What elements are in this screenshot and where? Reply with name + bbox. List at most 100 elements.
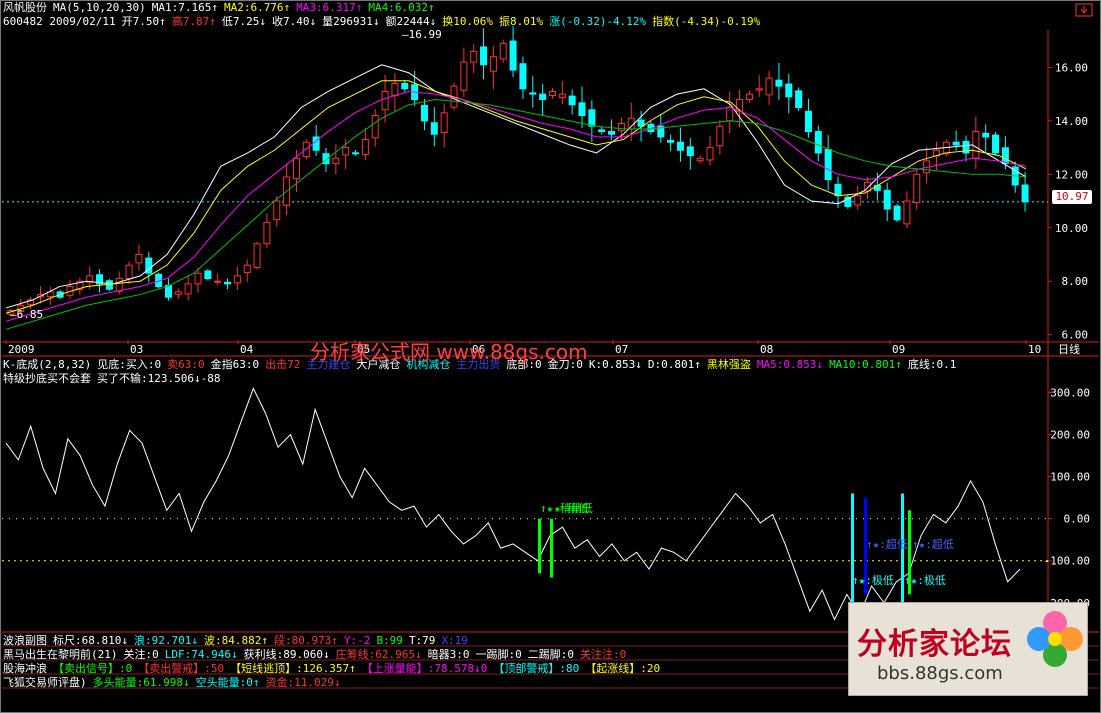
- candle-body-29: [292, 157, 300, 180]
- forum-logo: 分析家论坛 bbs.88gs.com: [848, 602, 1088, 696]
- candle-body-18: [184, 283, 192, 295]
- indicator-item-16: 底线:0.1: [907, 358, 957, 371]
- bottom-item-0-1: 标尺:68.810↓: [53, 634, 128, 647]
- candle-body-77: [765, 77, 773, 96]
- candle-body-86: [854, 195, 862, 206]
- candle-body-96: [952, 141, 960, 146]
- date-tick-label-7: 09: [892, 343, 905, 356]
- candle-body-36: [361, 139, 369, 156]
- bottom-item-1-5: 暗器3:0: [427, 648, 470, 661]
- candle-body-81: [804, 110, 812, 133]
- candle-body-54: [539, 93, 547, 100]
- candle-body-92: [913, 173, 921, 204]
- candle-body-55: [548, 90, 556, 97]
- candle-body-68: [676, 141, 684, 151]
- bottom-line-3: 股海冲浪 【卖出信号】:0 【卖出警戒】:50 【短线逃顶】:126.357↑ 【上涨量…: [3, 662, 666, 676]
- candle-body-60: [598, 129, 606, 133]
- candle-body-42: [420, 104, 428, 122]
- indicator-item-1: 见底:买入:0: [97, 358, 162, 371]
- candle-body-17: [174, 291, 182, 295]
- bottom-item-3-0: 飞狐交易师评盘): [3, 676, 87, 689]
- date-tick-label-1: 03: [130, 343, 143, 356]
- indicator-item-12: D:0.801↑: [647, 358, 701, 371]
- indicator-item-14: MA5:0.853↓: [756, 358, 824, 371]
- candle-body-50: [499, 42, 507, 60]
- bottom-line-1: 波浪副图 标尺:68.810↓ 浪:92.701↓ 波:84.882↑ 段:80.973…: [3, 634, 474, 648]
- bottom-item-1-0: 黑马出生在黎明前(21): [3, 648, 118, 661]
- date-tick-label-5: 07: [615, 343, 628, 356]
- candle-body-34: [342, 147, 350, 156]
- candle-body-49: [489, 56, 497, 72]
- indicator-sub-item-1: 买了不输:123.506↓-88: [97, 372, 221, 385]
- watermark: 分析家公式网 www.88gs.com: [310, 340, 588, 364]
- candle-body-23: [233, 275, 241, 284]
- bottom-item-0-3: 波:84.882↑: [203, 634, 268, 647]
- candle-body-46: [460, 61, 468, 91]
- candle-body-24: [243, 264, 251, 274]
- candle-body-39: [391, 82, 399, 97]
- price-tick-label-0: 6.00: [1062, 329, 1089, 342]
- candle-body-71: [706, 147, 714, 161]
- price-tick-label-1: 8.00: [1062, 275, 1089, 288]
- logo-url: bbs.88gs.com: [877, 663, 1003, 684]
- candle-body-43: [430, 122, 438, 135]
- signal-label-3: ↑★:超低: [912, 537, 954, 551]
- candle-body-47: [470, 50, 478, 63]
- ind-tick-label-0: 300.00: [1050, 387, 1090, 400]
- candle-body-58: [578, 102, 586, 117]
- candle-body-90: [893, 205, 901, 221]
- candle-body-89: [883, 189, 891, 210]
- ind-tick-label-1: 200.00: [1050, 429, 1090, 442]
- bottom-item-3-3: 资金:11.029↓: [265, 676, 341, 689]
- candle-body-67: [667, 139, 675, 143]
- price-tick-label-3: 12.00: [1055, 168, 1088, 181]
- candle-body-12: [125, 264, 133, 280]
- candle-body-22: [224, 281, 232, 285]
- candle-body-76: [755, 88, 763, 91]
- candle-body-33: [332, 157, 340, 165]
- low-annotation: —6.85: [10, 308, 43, 321]
- bottom-item-2-3: 【短线逃顶】:126.357↑: [230, 662, 356, 675]
- date-tick-label-8: 10: [1028, 343, 1041, 356]
- bottom-item-2-2: 【卖出警戒】:50: [138, 662, 225, 675]
- bottom-item-0-6: B:99: [376, 634, 403, 647]
- candle-body-57: [568, 95, 576, 106]
- indicator-item-0: K-底成(2,8,32): [3, 358, 92, 371]
- candle-body-99: [982, 132, 990, 138]
- bottom-line-2: 黑马出生在黎明前(21) 关注:0 LDF:74.946↓ 获利线:89.060↓ 庄筹…: [3, 648, 632, 662]
- current-price-tag: 10.97: [1052, 190, 1092, 204]
- candle-body-100: [992, 134, 1000, 154]
- signal-bar-0: [538, 518, 541, 574]
- candle-body-75: [745, 93, 753, 100]
- ind-tick-label-4: -100.00: [1044, 555, 1090, 568]
- bottom-item-1-3: 获利线:89.060↓: [243, 648, 330, 661]
- bottom-item-1-7: 二踢脚:0: [527, 648, 574, 661]
- bottom-item-0-2: 浪:92.701↓: [133, 634, 198, 647]
- bottom-item-1-1: 关注:0: [123, 648, 159, 661]
- signal-bar-1: [550, 518, 553, 578]
- bottom-item-2-0: 股海冲浪: [3, 662, 47, 675]
- candle-body-21: [214, 280, 222, 283]
- candle-body-82: [814, 131, 822, 154]
- indicator-item-11: K:0.853↓: [588, 358, 642, 371]
- signal-label-2: ↑★:超低: [866, 537, 908, 551]
- price-tick-label-4: 14.00: [1055, 115, 1088, 128]
- candle-body-48: [480, 46, 488, 66]
- candle-body-91: [903, 200, 911, 225]
- date-tick-label-6: 08: [760, 343, 773, 356]
- candle-body-88: [873, 184, 881, 191]
- date-tick-label-9: 日线: [1058, 342, 1080, 356]
- candle-body-38: [381, 90, 389, 111]
- price-tick-label-2: 10.00: [1055, 222, 1088, 235]
- candle-body-69: [686, 146, 694, 157]
- candle-body-72: [716, 125, 724, 147]
- date-tick-label-0: 2009: [8, 343, 35, 356]
- bottom-item-0-5: Y:-2: [343, 634, 371, 647]
- candle-body-53: [529, 92, 537, 95]
- bottom-item-2-4: 【上涨量能】:78.578↓0: [361, 662, 488, 675]
- exit-icon[interactable]: [1075, 3, 1093, 17]
- bottom-item-3-1: 多头能量:61.998↓: [92, 676, 190, 689]
- indicator-item-13: 黑林强盗: [706, 358, 751, 371]
- ma-line-1: [5, 64, 1027, 309]
- bottom-item-2-6: 【起涨线】:20: [585, 662, 661, 675]
